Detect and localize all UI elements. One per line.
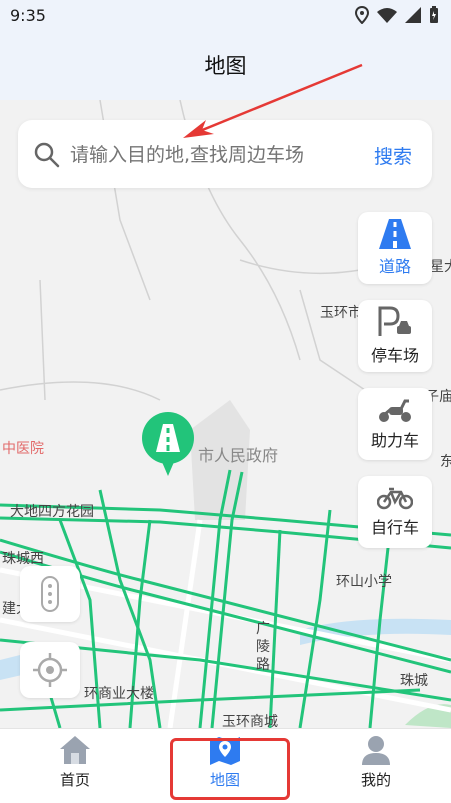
poi-label[interactable]: 中医院: [2, 438, 44, 458]
poi-label[interactable]: 市人民政府: [198, 442, 278, 466]
more-options-button[interactable]: [20, 566, 80, 622]
scooter-icon: [379, 399, 411, 422]
nav-home[interactable]: 首页: [15, 735, 135, 797]
more-vertical-icon: [41, 576, 59, 612]
search-input[interactable]: [68, 140, 332, 170]
poi-label[interactable]: 玉环市: [320, 302, 362, 322]
road-label: 珠城: [400, 673, 428, 689]
battery-icon: [430, 6, 438, 23]
poi-label[interactable]: 星大: [430, 256, 451, 276]
parking-icon: [378, 306, 411, 336]
search-button[interactable]: 搜索: [374, 142, 412, 169]
profile-icon: [362, 736, 390, 765]
layer-parking-button[interactable]: 停车场: [358, 300, 432, 372]
status-bar: 9:35: [0, 0, 451, 32]
bicycle-icon: [377, 487, 413, 510]
search-icon: [34, 142, 60, 168]
layer-scooter-button[interactable]: 助力车: [358, 388, 432, 460]
poi-label[interactable]: 环山小学: [336, 571, 392, 591]
map-icon: [210, 737, 240, 765]
wifi-icon: [377, 8, 397, 23]
locate-me-button[interactable]: [20, 642, 80, 698]
layer-parking-label: 停车场: [370, 346, 419, 365]
layer-road-button[interactable]: 道路: [358, 212, 432, 284]
status-time: 9:35: [10, 6, 46, 25]
poi-label[interactable]: 大地四方花园: [10, 501, 94, 521]
layer-road-label: 道路: [378, 257, 411, 276]
poi-label[interactable]: 环商业大楼: [84, 683, 154, 703]
bottom-nav: 首页 地图 我的: [0, 728, 451, 803]
road-icon: [379, 219, 411, 249]
nav-profile[interactable]: 我的: [316, 735, 436, 797]
locate-icon: [33, 653, 67, 687]
road-marker-icon[interactable]: [140, 412, 196, 478]
status-icons: [355, 6, 439, 24]
nav-home-label: 首页: [59, 771, 90, 789]
home-icon: [60, 736, 90, 764]
location-icon: [355, 6, 369, 24]
poi-label[interactable]: 东: [440, 451, 451, 471]
nav-profile-label: 我的: [360, 771, 391, 789]
layer-bicycle-label: 自行车: [370, 518, 419, 537]
page-header: 地图: [0, 32, 451, 100]
nav-map[interactable]: 地图: [165, 735, 285, 797]
search-bar: 搜索: [18, 120, 432, 188]
road-label: 珠城西: [2, 551, 44, 567]
layer-scooter-label: 助力车: [370, 431, 419, 450]
nav-map-label: 地图: [209, 771, 240, 789]
layer-bicycle-button[interactable]: 自行车: [358, 476, 432, 548]
signal-icon: [405, 7, 421, 23]
road-label: 广陵路: [256, 621, 270, 673]
page-title: 地图: [204, 54, 247, 78]
